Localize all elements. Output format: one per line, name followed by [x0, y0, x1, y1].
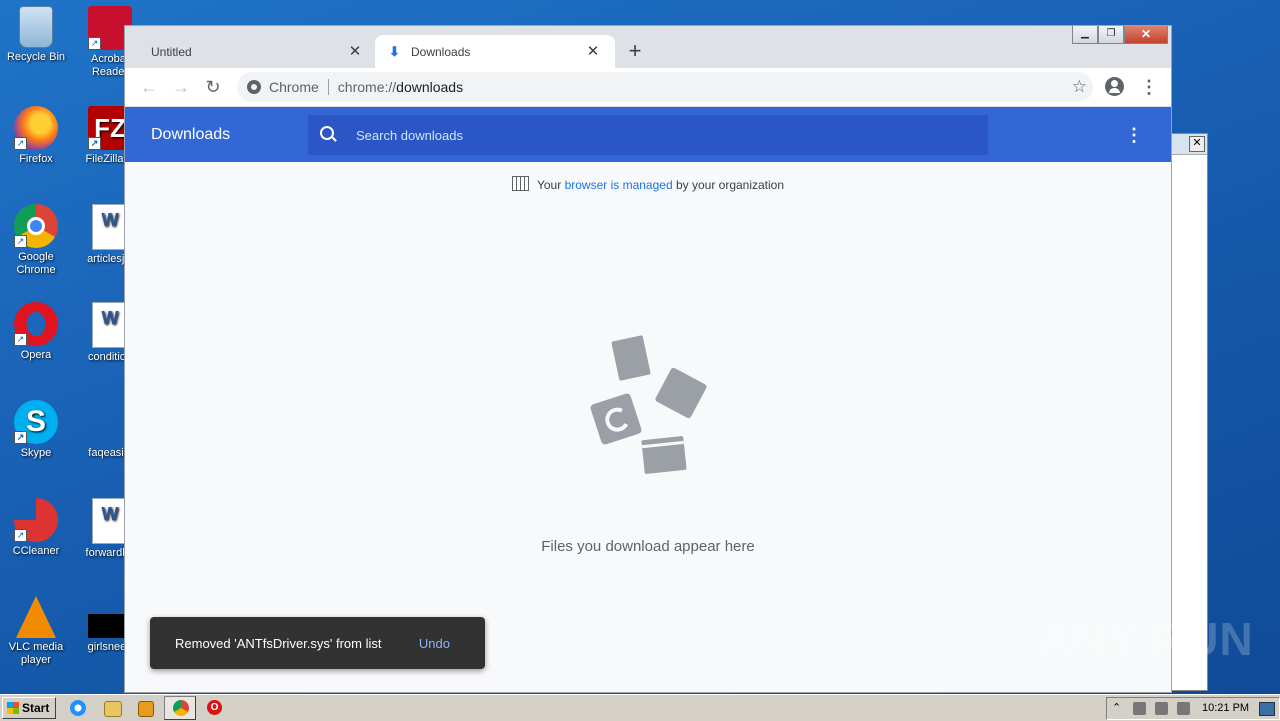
- tab-untitled[interactable]: Untitled ✕: [137, 35, 377, 68]
- desktop-icon-label: Opera: [20, 349, 52, 361]
- managed-suffix: by your organization: [672, 178, 785, 192]
- chrome-menu-icon[interactable]: ⋮: [1140, 76, 1158, 98]
- action-center-flag-icon[interactable]: [1177, 702, 1190, 715]
- close-window-button[interactable]: ✕: [1124, 26, 1168, 44]
- minimize-button[interactable]: ▁: [1072, 26, 1098, 44]
- search-input[interactable]: [354, 126, 958, 144]
- opera-icon: ↗: [14, 302, 58, 346]
- taskbar-chrome-button[interactable]: [164, 696, 196, 720]
- managed-link[interactable]: browser is managed: [565, 178, 673, 192]
- internet-explorer-icon[interactable]: [70, 700, 86, 716]
- recycle-bin-icon: [19, 6, 53, 48]
- new-tab-button[interactable]: +: [623, 40, 647, 64]
- word-document-icon: W: [92, 302, 128, 348]
- search-icon: [320, 126, 338, 144]
- search-box[interactable]: [308, 115, 988, 155]
- desktop-icon-recycle-bin[interactable]: Recycle Bin: [0, 6, 72, 64]
- desktop-icon-vlc[interactable]: VLC media player: [0, 596, 72, 667]
- taskbar: Start O ⌃ 10:21 PM: [0, 694, 1280, 721]
- audio-icon: [589, 392, 643, 446]
- show-desktop-icon[interactable]: [1259, 702, 1275, 716]
- desktop-icon-label: Firefox: [19, 153, 53, 165]
- system-tray: ⌃ 10:21 PM: [1106, 697, 1280, 720]
- close-tab-icon[interactable]: ✕: [347, 44, 363, 60]
- address-separator: [327, 79, 329, 95]
- building-icon: [511, 176, 529, 191]
- network-icon[interactable]: [1155, 702, 1168, 715]
- opera-icon[interactable]: O: [207, 700, 222, 715]
- toast-message: Removed 'ANTfsDriver.sys' from list: [175, 635, 382, 651]
- empty-downloads-illustration: [587, 332, 711, 482]
- word-document-icon: W: [92, 498, 128, 544]
- page-title: Downloads: [151, 126, 231, 143]
- chrome-icon: [173, 700, 189, 716]
- chrome-site-icon: [247, 80, 261, 94]
- desktop-icon-label: CCleaner: [12, 545, 60, 557]
- word-document-icon: W: [92, 204, 128, 250]
- show-hidden-icons-icon[interactable]: ⌃: [1112, 701, 1121, 714]
- back-button[interactable]: ←: [137, 75, 161, 99]
- downloads-content: Your browser is managed by your organiza…: [125, 162, 1171, 692]
- site-chip-label: Chrome: [269, 79, 319, 95]
- window-controls: ▁ ❐ ✕: [1072, 26, 1168, 44]
- skype-icon: S ↗: [14, 400, 58, 444]
- windows-logo-icon: [7, 702, 19, 714]
- empty-state-message: Files you download appear here: [541, 538, 755, 555]
- profile-avatar-icon[interactable]: [1105, 77, 1124, 96]
- address-url: chrome://downloads: [338, 79, 463, 95]
- firefox-icon: ↗: [14, 106, 58, 150]
- anyrun-watermark: ANY RUN: [1038, 613, 1254, 665]
- tab-strip: Untitled ✕ ⬇ Downloads ✕ + ▁ ❐ ✕: [125, 26, 1171, 68]
- desktop-icon-skype[interactable]: S ↗ Skype: [0, 400, 72, 460]
- removed-toast: Removed 'ANTfsDriver.sys' from list Undo: [150, 617, 485, 669]
- tab-downloads[interactable]: ⬇ Downloads ✕: [375, 35, 615, 68]
- desktop-icon-label: Recycle Bin: [6, 51, 66, 63]
- managed-notice: Your browser is managed by your organiza…: [125, 176, 1171, 192]
- url-scheme: chrome://: [337, 79, 397, 95]
- tab-title: Untitled: [151, 44, 192, 59]
- file-explorer-icon[interactable]: [104, 701, 122, 717]
- desktop-icon-opera[interactable]: ↗ Opera: [0, 302, 72, 362]
- reload-button[interactable]: ↻: [201, 75, 225, 99]
- desktop-icon-google-chrome[interactable]: ↗ Google Chrome: [0, 204, 72, 277]
- start-button[interactable]: Start: [2, 697, 56, 719]
- chrome-window: Untitled ✕ ⬇ Downloads ✕ + ▁ ❐ ✕ ← → ↻ C…: [124, 25, 1172, 693]
- background-window-titlebar: ✕: [1171, 134, 1207, 155]
- start-label: Start: [22, 701, 50, 715]
- desktop-icon-label: VLC media player: [8, 641, 64, 666]
- ccleaner-icon: ↗: [14, 498, 58, 542]
- tab-title: Downloads: [411, 44, 471, 59]
- more-actions-icon[interactable]: ⋮: [1125, 124, 1143, 146]
- image-icon: [654, 366, 708, 420]
- bookmark-star-icon[interactable]: ☆: [1072, 77, 1087, 97]
- clock[interactable]: 10:21 PM: [1202, 702, 1249, 714]
- browser-toolbar: ← → ↻ Chrome chrome://downloads ☆ ⋮: [125, 68, 1171, 107]
- background-window[interactable]: ✕: [1170, 133, 1208, 691]
- url-host: downloads: [396, 79, 464, 95]
- media-player-icon[interactable]: [138, 701, 154, 717]
- volume-icon[interactable]: [1133, 702, 1146, 715]
- desktop-icon-firefox[interactable]: ↗ Firefox: [0, 106, 72, 166]
- address-bar[interactable]: Chrome chrome://downloads ☆: [237, 72, 1093, 102]
- chrome-icon: ↗: [14, 204, 58, 248]
- undo-button[interactable]: Undo: [419, 636, 450, 651]
- desktop-icon-ccleaner[interactable]: ↗ CCleaner: [0, 498, 72, 558]
- close-icon[interactable]: ✕: [1189, 136, 1205, 152]
- desktop-icon-label: Google Chrome: [16, 251, 56, 276]
- download-icon: ⬇: [389, 43, 400, 59]
- desktop-icon-label: Skype: [20, 447, 52, 459]
- forward-button[interactable]: →: [169, 75, 193, 99]
- restore-button[interactable]: ❐: [1098, 26, 1124, 44]
- video-icon: [641, 435, 687, 475]
- vlc-icon: [16, 596, 56, 638]
- close-tab-icon[interactable]: ✕: [585, 44, 601, 60]
- file-icon: [611, 335, 651, 381]
- managed-prefix: Your: [536, 178, 565, 192]
- downloads-header: Downloads ⋮: [125, 107, 1171, 163]
